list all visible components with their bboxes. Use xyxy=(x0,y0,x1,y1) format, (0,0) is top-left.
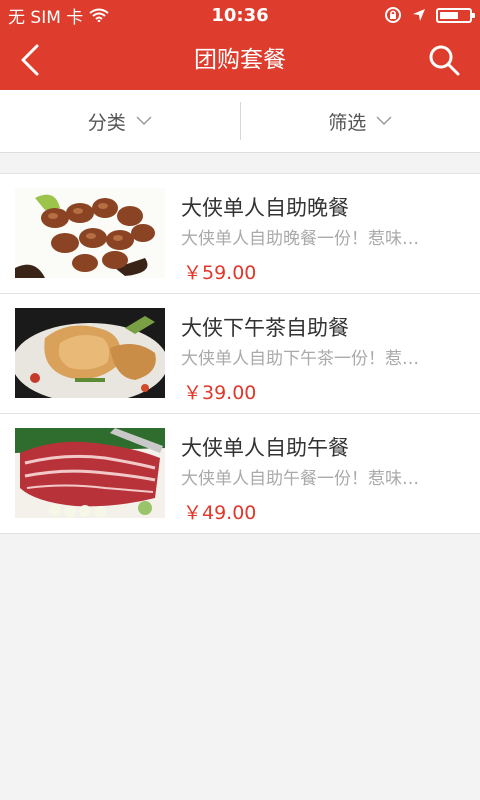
category-filter[interactable]: 分类 xyxy=(0,90,240,152)
location-arrow-icon xyxy=(413,9,425,21)
product-image xyxy=(15,188,165,278)
search-button[interactable] xyxy=(424,40,464,80)
screen-filter-label: 筛选 xyxy=(328,111,367,134)
category-filter-label: 分类 xyxy=(87,111,126,134)
item-price: ￥39.00 xyxy=(183,382,257,404)
screen-filter[interactable]: 筛选 xyxy=(241,90,480,152)
list-item[interactable]: 大侠下午茶自助餐 大侠单人自助下午茶一份！惹… ￥39.00 xyxy=(0,293,480,413)
battery-level xyxy=(440,11,459,19)
battery-icon xyxy=(436,7,475,23)
page-title: 团购套餐 xyxy=(194,47,286,73)
item-title: 大侠下午茶自助餐 xyxy=(181,316,349,340)
item-description: 大侠单人自助午餐一份！惹味… xyxy=(181,469,419,489)
carrier-label: 无 SIM 卡 xyxy=(8,7,84,28)
product-image xyxy=(15,308,165,398)
filter-bar: 分类 筛选 xyxy=(0,90,480,153)
list-item[interactable]: 大侠单人自助晚餐 大侠单人自助晚餐一份！惹味… ￥59.00 xyxy=(0,174,480,293)
item-title: 大侠单人自助午餐 xyxy=(181,436,349,460)
list-item[interactable]: 大侠单人自助午餐 大侠单人自助午餐一份！惹味… ￥49.00 xyxy=(0,413,480,533)
status-right xyxy=(384,6,475,24)
status-left: 无 SIM 卡 xyxy=(8,3,109,28)
rotation-lock-icon xyxy=(385,7,401,23)
item-description: 大侠单人自助下午茶一份！惹… xyxy=(181,349,419,369)
chevron-down-icon xyxy=(136,116,152,126)
item-price: ￥49.00 xyxy=(183,502,257,524)
search-icon xyxy=(429,45,460,76)
nav-bar: 团购套餐 xyxy=(0,30,480,90)
product-image xyxy=(15,428,165,518)
item-title: 大侠单人自助晚餐 xyxy=(181,196,349,220)
status-bar: 无 SIM 卡 10:36 xyxy=(0,0,480,30)
item-description: 大侠单人自助晚餐一份！惹味… xyxy=(181,229,419,249)
wifi-icon xyxy=(89,8,109,22)
package-list: 大侠单人自助晚餐 大侠单人自助晚餐一份！惹味… ￥59.00 大侠下午茶自助餐 … xyxy=(0,173,480,534)
chevron-down-icon xyxy=(376,116,392,126)
item-price: ￥59.00 xyxy=(183,262,257,284)
